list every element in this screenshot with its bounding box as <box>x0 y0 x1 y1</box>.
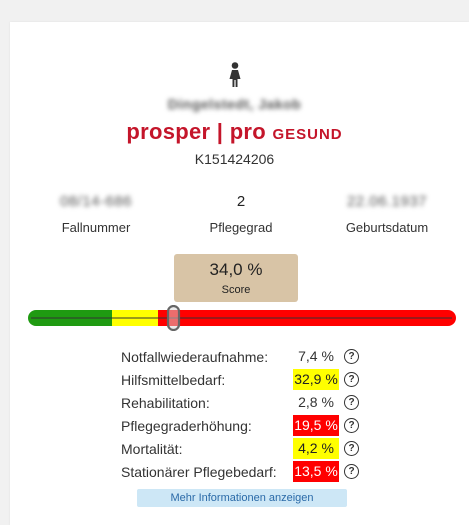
metric-value: 7,4 % <box>298 348 334 364</box>
help-circle-icon[interactable]: ? <box>344 395 359 410</box>
help-circle-icon[interactable]: ? <box>344 418 359 433</box>
patient-name: Dingelstedt, Jakob <box>167 96 302 112</box>
metric-value: 4,2 % <box>293 438 339 459</box>
case-number-value: 08/14-686 <box>59 193 133 210</box>
metric-value: 19,5 % <box>293 415 339 436</box>
score-marker <box>166 305 181 331</box>
metric-row: Hilfsmittelbedarf: 32,9 %? <box>121 368 359 391</box>
care-level-value: 2 <box>236 193 246 210</box>
score-label: Score <box>221 284 251 296</box>
metric-value: 13,5 % <box>293 461 339 482</box>
care-level-label: Pflegegrad <box>209 220 273 235</box>
metric-label: Stationärer Pflegebedarf: <box>121 463 277 480</box>
metric-label: Pflegegraderhöhung: <box>121 417 252 434</box>
case-id: K151424206 <box>194 151 275 167</box>
metric-row: Notfallwiederaufnahme: 7,4 %? <box>121 345 359 368</box>
metric-row: Mortalität: 4,2 %? <box>121 437 359 460</box>
brand-logo: prosper | pro GESUND <box>126 119 343 144</box>
metric-row: Rehabilitation: 2,8 %? <box>121 391 359 414</box>
metric-label: Mortalität: <box>121 440 183 457</box>
person-female-icon <box>229 62 241 87</box>
metrics-list: Notfallwiederaufnahme: 7,4 %? Hilfsmittelb… <box>121 345 359 483</box>
metric-label: Notfallwiederaufnahme: <box>121 348 269 365</box>
score-value: 34,0 % <box>209 260 263 279</box>
help-circle-icon[interactable]: ? <box>344 441 359 456</box>
score-box: 34,0 % Score <box>174 254 298 302</box>
metric-value: 32,9 % <box>293 369 339 390</box>
metric-value: 2,8 % <box>298 394 334 410</box>
metric-label: Rehabilitation: <box>121 394 210 411</box>
metric-row: Stationärer Pflegebedarf: 13,5 %? <box>121 460 359 483</box>
birthdate-value: 22.06.1937 <box>346 193 428 210</box>
more-info-button[interactable]: Mehr Informationen anzeigen <box>137 489 347 507</box>
metric-row: Pflegegraderhöhung: 19,5 %? <box>121 414 359 437</box>
score-bar <box>28 305 456 331</box>
metric-label: Hilfsmittelbedarf: <box>121 371 226 388</box>
help-circle-icon[interactable]: ? <box>344 372 359 387</box>
help-circle-icon[interactable]: ? <box>344 349 359 364</box>
help-circle-icon[interactable]: ? <box>344 464 359 479</box>
case-number-label: Fallnummer <box>61 220 131 235</box>
birthdate-label: Geburtsdatum <box>345 220 429 235</box>
